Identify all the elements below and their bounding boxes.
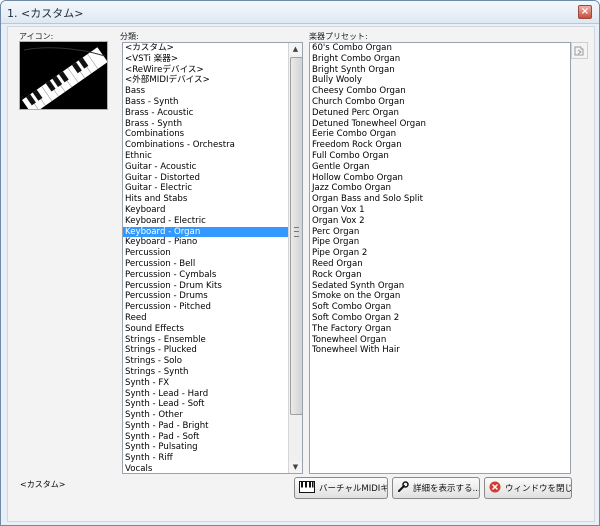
preset-item[interactable]: Cheesy Combo Organ bbox=[310, 86, 570, 97]
virtual-midi-keyboard-button[interactable]: バーチャルMIDIキーボード bbox=[294, 477, 388, 499]
category-item[interactable]: Brass - Acoustic bbox=[123, 108, 302, 119]
refresh-icon[interactable] bbox=[571, 42, 588, 59]
category-item[interactable]: Keyboard - Electric bbox=[123, 216, 302, 227]
title-bar: 1. <カスタム> × bbox=[1, 1, 599, 24]
preset-item[interactable]: 60's Combo Organ bbox=[310, 43, 570, 54]
category-item[interactable]: Strings - Synth bbox=[123, 367, 302, 378]
category-item[interactable]: Keyboard - Piano bbox=[123, 237, 302, 248]
category-item[interactable]: Keyboard - Organ bbox=[123, 226, 302, 238]
category-scrollbar[interactable]: ▲ ▼ bbox=[288, 43, 302, 473]
category-item[interactable]: Synth - Pad - Bright bbox=[123, 421, 302, 432]
preset-item[interactable]: Organ Bass and Solo Split bbox=[310, 194, 570, 205]
category-item[interactable]: Percussion - Drum Kits bbox=[123, 281, 302, 292]
preset-item[interactable]: Church Combo Organ bbox=[310, 97, 570, 108]
preset-list[interactable]: 60's Combo Organ Bright Combo Organ Bright… bbox=[309, 42, 571, 474]
scroll-grip-icon bbox=[294, 227, 299, 237]
preset-item[interactable]: Pipe Organ bbox=[310, 237, 570, 248]
category-item[interactable]: Bass - Synth bbox=[123, 97, 302, 108]
category-item[interactable]: Keyboard bbox=[123, 205, 302, 216]
window-title: 1. <カスタム> bbox=[7, 7, 84, 20]
category-item[interactable]: <外部MIDIデバイス> bbox=[123, 75, 302, 86]
category-item[interactable]: Guitar - Electric bbox=[123, 183, 302, 194]
scroll-thumb[interactable] bbox=[290, 57, 302, 415]
category-item[interactable]: Percussion - Pitched bbox=[123, 302, 302, 313]
preset-item[interactable]: Eerie Combo Organ bbox=[310, 129, 570, 140]
preset-item[interactable]: Soft Combo Organ 2 bbox=[310, 313, 570, 324]
preset-item[interactable]: Pipe Organ 2 bbox=[310, 248, 570, 259]
preset-item[interactable]: Detuned Tonewheel Organ bbox=[310, 119, 570, 130]
close-window-button[interactable]: ウィンドウを閉じる bbox=[484, 477, 572, 499]
preset-item[interactable]: Jazz Combo Organ bbox=[310, 183, 570, 194]
current-preset-status: <カスタム> bbox=[20, 480, 66, 489]
preset-item[interactable]: Tonewheel With Hair bbox=[310, 345, 570, 356]
preset-label: 楽器プリセット: bbox=[309, 32, 368, 41]
preset-item[interactable]: Bully Wooly bbox=[310, 75, 570, 86]
preset-item[interactable]: Bright Synth Organ bbox=[310, 65, 570, 76]
category-item[interactable]: Guitar - Acoustic bbox=[123, 162, 302, 173]
piano-keys-image bbox=[20, 42, 107, 109]
category-item[interactable]: Synth - Lead - Soft bbox=[123, 399, 302, 410]
show-details-button[interactable]: 詳細を表示する... bbox=[392, 477, 480, 499]
category-item[interactable]: <ReWireデバイス> bbox=[123, 65, 302, 76]
category-item[interactable]: Brass - Synth bbox=[123, 119, 302, 130]
preset-item[interactable]: Tonewheel Organ bbox=[310, 335, 570, 346]
preset-items: 60's Combo Organ Bright Combo Organ Bright… bbox=[310, 43, 570, 356]
preset-item[interactable]: Detuned Perc Organ bbox=[310, 108, 570, 119]
category-item[interactable]: <VSTi 楽器> bbox=[123, 54, 302, 65]
preset-item[interactable]: Full Combo Organ bbox=[310, 151, 570, 162]
instrument-dialog: 1. <カスタム> × アイコン: 分類: 楽器プリセット: <カスタム> <V… bbox=[0, 0, 600, 526]
preset-item[interactable]: Freedom Rock Organ bbox=[310, 140, 570, 151]
preset-item[interactable]: The Factory Organ bbox=[310, 324, 570, 335]
category-item[interactable]: Vocals bbox=[123, 464, 302, 473]
category-item[interactable]: Combinations - Orchestra bbox=[123, 140, 302, 151]
preset-item[interactable]: Soft Combo Organ bbox=[310, 302, 570, 313]
preset-item[interactable]: Sedated Synth Organ bbox=[310, 281, 570, 292]
category-item[interactable]: <カスタム> bbox=[123, 43, 302, 54]
show-details-label: 詳細を表示する... bbox=[413, 484, 480, 494]
category-item[interactable]: Synth - Pulsating bbox=[123, 442, 302, 453]
preset-item[interactable]: Organ Vox 2 bbox=[310, 216, 570, 227]
category-item[interactable]: Percussion - Cymbals bbox=[123, 270, 302, 281]
category-item[interactable]: Ethnic bbox=[123, 151, 302, 162]
category-item[interactable]: Synth - Other bbox=[123, 410, 302, 421]
wrench-icon bbox=[397, 480, 409, 496]
category-item[interactable]: Combinations bbox=[123, 129, 302, 140]
preset-item[interactable]: Rock Organ bbox=[310, 270, 570, 281]
category-item[interactable]: Percussion - Bell bbox=[123, 259, 302, 270]
category-item[interactable]: Reed bbox=[123, 313, 302, 324]
preset-item[interactable]: Bright Combo Organ bbox=[310, 54, 570, 65]
category-label: 分類: bbox=[120, 32, 139, 41]
category-item[interactable]: Synth - Lead - Hard bbox=[123, 389, 302, 400]
category-item[interactable]: Percussion bbox=[123, 248, 302, 259]
dialog-body: アイコン: 分類: 楽器プリセット: <カスタム> <VSTi 楽器> <ReW… bbox=[7, 26, 595, 522]
preset-item[interactable]: Smoke on the Organ bbox=[310, 291, 570, 302]
instrument-thumbnail bbox=[19, 41, 108, 110]
red-x-circle-icon bbox=[489, 481, 501, 496]
preset-item[interactable]: Hollow Combo Organ bbox=[310, 173, 570, 184]
category-list[interactable]: <カスタム> <VSTi 楽器> <ReWireデバイス> <外部MIDIデバイス> B… bbox=[122, 42, 303, 474]
scroll-up-icon[interactable]: ▲ bbox=[289, 43, 302, 55]
close-window-label: ウィンドウを閉じる bbox=[505, 484, 571, 494]
category-item[interactable]: Bass bbox=[123, 86, 302, 97]
preset-item[interactable]: Gentle Organ bbox=[310, 162, 570, 173]
scroll-down-icon[interactable]: ▼ bbox=[289, 461, 302, 473]
category-item[interactable]: Strings - Ensemble bbox=[123, 335, 302, 346]
category-item[interactable]: Synth - Pad - Soft bbox=[123, 432, 302, 443]
piano-keyboard-icon bbox=[299, 480, 315, 496]
category-item[interactable]: Synth - FX bbox=[123, 378, 302, 389]
preset-item[interactable]: Reed Organ bbox=[310, 259, 570, 270]
preset-item[interactable]: Perc Organ bbox=[310, 227, 570, 238]
category-item[interactable]: Percussion - Drums bbox=[123, 291, 302, 302]
category-items: <カスタム> <VSTi 楽器> <ReWireデバイス> <外部MIDIデバイス> B… bbox=[123, 43, 302, 473]
virtual-midi-keyboard-label: バーチャルMIDIキーボード bbox=[319, 484, 388, 494]
category-item[interactable]: Guitar - Distorted bbox=[123, 173, 302, 184]
window-close-button[interactable]: × bbox=[578, 5, 592, 19]
category-item[interactable]: Hits and Stabs bbox=[123, 194, 302, 205]
preset-item[interactable]: Organ Vox 1 bbox=[310, 205, 570, 216]
category-item[interactable]: Strings - Solo bbox=[123, 356, 302, 367]
category-item[interactable]: Sound Effects bbox=[123, 324, 302, 335]
category-item[interactable]: Synth - Riff bbox=[123, 453, 302, 464]
category-item[interactable]: Strings - Plucked bbox=[123, 345, 302, 356]
